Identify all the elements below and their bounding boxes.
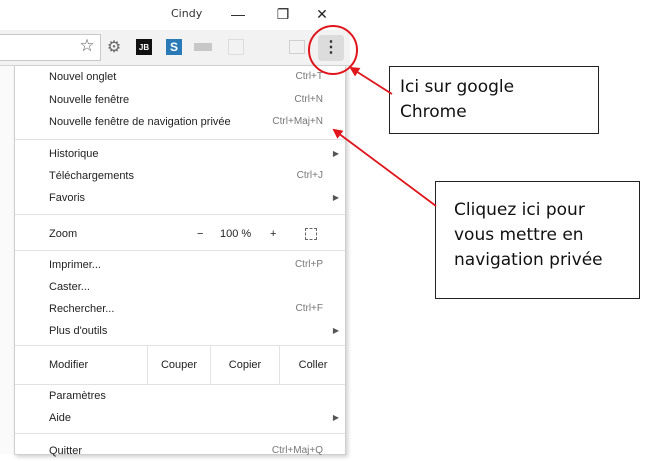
- menu-item-new-private-window[interactable]: Nouvelle fenêtre de navigation privée Ct…: [15, 112, 345, 132]
- submenu-arrow-icon: ▶: [332, 193, 339, 202]
- profile-name[interactable]: Cindy: [171, 7, 202, 20]
- menu-separator: [15, 384, 345, 385]
- menu-item-print[interactable]: Imprimer... Ctrl+P: [15, 255, 345, 275]
- browser-toolbar: ☆ ⚙ JB S ⋮: [0, 30, 350, 66]
- extension-faded-icon[interactable]: [228, 39, 244, 55]
- cut-button[interactable]: Couper: [147, 346, 210, 384]
- menu-separator: [15, 433, 345, 434]
- zoom-in-button[interactable]: +: [270, 224, 276, 244]
- menu-item-quit[interactable]: Quitter Ctrl+Maj+Q: [15, 441, 345, 461]
- annotation-arrow-to-private: [332, 128, 437, 207]
- menu-item-new-window[interactable]: Nouvelle fenêtre Ctrl+N: [15, 90, 345, 110]
- menu-item-more-tools[interactable]: Plus d'outils ▶: [15, 321, 345, 341]
- chrome-main-menu: Nouvel onglet Ctrl+T Nouvelle fenêtre Ct…: [14, 66, 346, 457]
- menu-separator: [15, 214, 345, 215]
- extension-gear-icon[interactable]: ⚙: [106, 39, 122, 56]
- menu-item-new-tab[interactable]: Nouvel onglet Ctrl+T: [15, 67, 345, 87]
- annotation-callout-chrome-menu: Ici sur google Chrome: [389, 66, 599, 134]
- zoom-level: 100 %: [220, 228, 252, 240]
- annotation-arrow-to-menu: [349, 66, 393, 95]
- submenu-arrow-icon: ▶: [332, 149, 339, 158]
- menu-row-edit: Modifier Couper Copier Coller: [15, 346, 345, 384]
- bookmark-star-icon[interactable]: ☆: [78, 36, 96, 55]
- minimize-button[interactable]: —: [227, 4, 249, 24]
- page-content-edge: [0, 66, 14, 454]
- menu-item-bookmarks[interactable]: Favoris ▶: [15, 188, 345, 208]
- copy-button[interactable]: Copier: [210, 346, 279, 384]
- extension-window-icon[interactable]: [289, 40, 305, 54]
- extension-jb-icon[interactable]: JB: [136, 39, 152, 55]
- menu-row-zoom: Zoom − 100 % +: [15, 224, 345, 244]
- menu-item-history[interactable]: Historique ▶: [15, 144, 345, 164]
- extension-s-icon[interactable]: S: [166, 39, 182, 55]
- menu-separator: [15, 139, 345, 140]
- three-dots-icon: ⋮: [323, 39, 339, 56]
- zoom-out-button[interactable]: −: [197, 224, 203, 244]
- menu-separator: [15, 250, 345, 251]
- close-button[interactable]: ✕: [311, 4, 333, 24]
- menu-item-find[interactable]: Rechercher... Ctrl+F: [15, 299, 345, 319]
- extension-circle-icon[interactable]: [258, 39, 274, 55]
- chrome-menu-button[interactable]: ⋮: [318, 35, 344, 61]
- menu-item-cast[interactable]: Caster...: [15, 277, 345, 297]
- annotation-callout-private-mode: Cliquez ici pour vous mettre en navigati…: [435, 181, 640, 299]
- submenu-arrow-icon: ▶: [332, 326, 339, 335]
- menu-item-settings[interactable]: Paramètres: [15, 386, 345, 406]
- menu-item-downloads[interactable]: Téléchargements Ctrl+J: [15, 166, 345, 186]
- submenu-arrow-icon: ▶: [332, 413, 339, 422]
- restore-button[interactable]: ❐: [272, 4, 294, 24]
- paste-button[interactable]: Coller: [279, 346, 346, 384]
- fullscreen-icon[interactable]: [305, 228, 317, 240]
- extension-grey-icon[interactable]: [194, 43, 212, 51]
- menu-item-help[interactable]: Aide ▶: [15, 408, 345, 428]
- title-bar: Cindy — ❐ ✕: [0, 0, 362, 30]
